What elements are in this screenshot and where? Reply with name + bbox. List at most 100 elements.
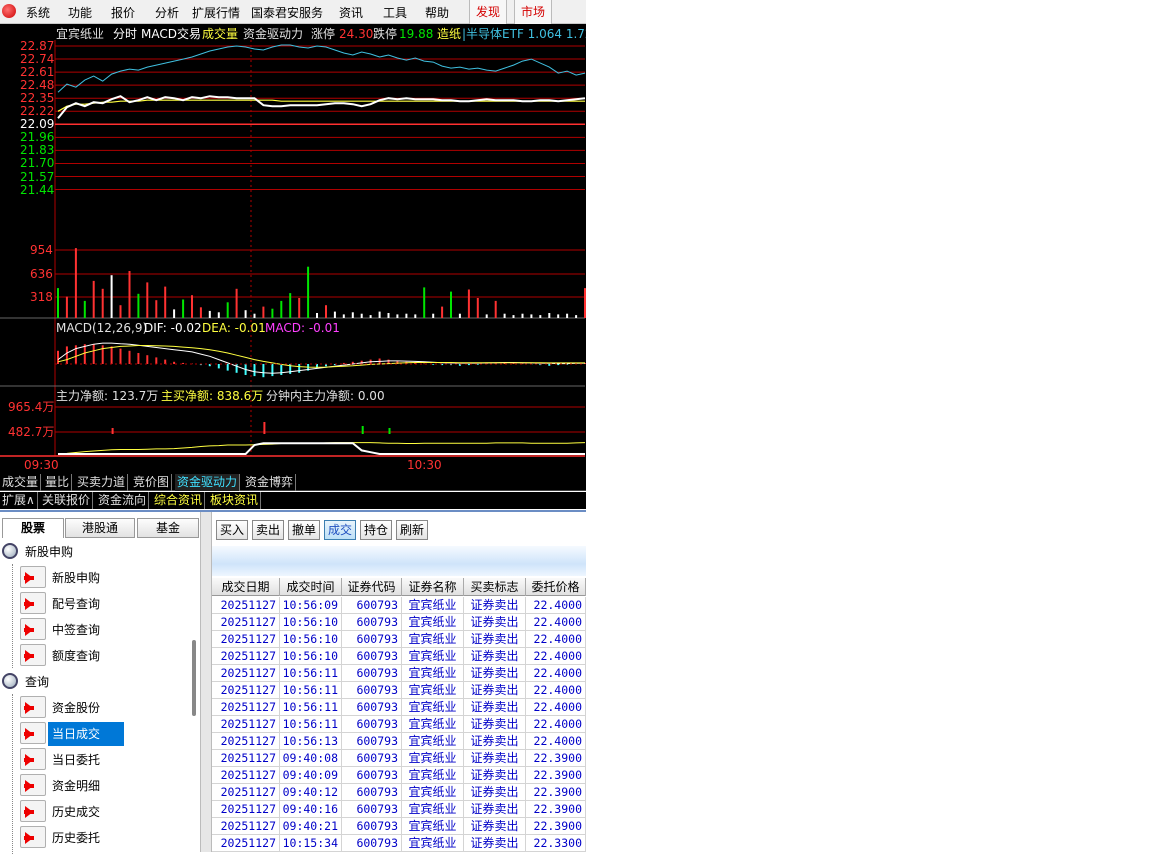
table-row[interactable]: 20251127 09:40:12 600793 宜宾纸业 证券卖出 22.3900 [212,784,586,801]
table-cell-side: 证券卖出 [464,733,526,750]
arrow-right-icon [20,566,46,588]
table-cell-time: 09:40:12 [280,784,342,801]
table-row[interactable]: 20251127 10:56:11 600793 宜宾纸业 证券卖出 22.4000 [212,682,586,699]
volume-bar [458,313,461,318]
col-side[interactable]: 买卖标志 [464,578,526,596]
tree-item-quota-query[interactable]: 额度查询 [0,644,190,668]
table-cell-date: 20251127 [212,597,280,614]
table-cell-price: 22.4000 [526,648,586,665]
tree-scrollbar[interactable] [192,640,196,716]
tab-related-quote[interactable]: 关联报价 [40,492,94,509]
menu-analysis[interactable]: 分析 [155,4,179,21]
refresh-button[interactable]: 刷新 [396,520,428,540]
positions-button[interactable]: 持仓 [360,520,392,540]
macd-bar [280,364,283,375]
table-cell-price: 22.3900 [526,801,586,818]
col-security-name[interactable]: 证券名称 [402,578,464,596]
macd-dea-label: DEA: -0.01 [202,321,266,335]
tab-buy-sell-power[interactable]: 买卖力道 [75,474,129,491]
menu-quote[interactable]: 报价 [111,4,135,21]
tab-volume[interactable]: 成交量 [0,474,42,491]
table-cell-name: 宜宾纸业 [402,614,464,631]
fund-bar [388,428,391,434]
tab-hk-connect[interactable]: 港股通 [65,518,135,538]
table-cell-code: 600793 [342,597,402,614]
table-row[interactable]: 20251127 09:40:08 600793 宜宾纸业 证券卖出 22.3900 [212,750,586,767]
tab-fund-flow[interactable]: 资金流向 [96,492,150,509]
table-row[interactable]: 20251127 10:56:11 600793 宜宾纸业 证券卖出 22.4000 [212,716,586,733]
tree-item-history-orders[interactable]: 历史委托 [0,826,190,850]
volume-bar [182,299,185,318]
tab-funds[interactable]: 基金 [137,518,199,538]
table-row[interactable]: 20251127 10:56:09 600793 宜宾纸业 证券卖出 22.4000 [212,597,586,614]
trades-button[interactable]: 成交 [324,520,356,540]
buy-button[interactable]: 买入 [216,520,248,540]
tab-fund-game[interactable]: 资金博弈 [243,474,297,491]
table-cell-code: 600793 [342,784,402,801]
table-row[interactable]: 20251127 10:15:34 600793 宜宾纸业 证券卖出 22.3300 [212,835,586,852]
menu-help[interactable]: 帮助 [425,4,449,21]
table-cell-time: 10:56:09 [280,597,342,614]
menu-system[interactable]: 系统 [26,4,50,21]
volume-label: 成交量 [202,27,239,41]
tab-sector-news[interactable]: 板块资讯 [208,492,262,509]
volume-bar [325,305,327,318]
tree-group-ipo[interactable]: 新股申购 [0,540,190,564]
tree-group-query[interactable]: 查询 [0,670,190,694]
table-cell-date: 20251127 [212,784,280,801]
menu-market[interactable]: 市场 [514,0,553,24]
time-tick-label: 10:30 [407,458,442,472]
tab-general-news[interactable]: 综合资讯 [152,492,206,509]
tab-extend[interactable]: 扩展∧ [0,492,38,509]
col-order-price[interactable]: 委托价格 [526,578,586,596]
table-cell-name: 宜宾纸业 [402,665,464,682]
table-row[interactable]: 20251127 09:40:21 600793 宜宾纸业 证券卖出 22.3900 [212,818,586,835]
table-cell-name: 宜宾纸业 [402,682,464,699]
tree-item-winning-query[interactable]: 中签查询 [0,618,190,642]
menu-discover[interactable]: 发现 [469,0,508,24]
tab-fund-driver[interactable]: 资金驱动力 [175,474,241,491]
table-cell-date: 20251127 [212,614,280,631]
volume-bar [271,308,274,318]
table-cell-price: 22.4000 [526,682,586,699]
tree-item-allotment-query[interactable]: 配号查询 [0,592,190,616]
tree-item-fund-details[interactable]: 资金明细 [0,774,190,798]
cancel-order-button[interactable]: 撤单 [288,520,320,540]
table-row[interactable]: 20251127 09:40:16 600793 宜宾纸业 证券卖出 22.3900 [212,801,586,818]
table-cell-name: 宜宾纸业 [402,648,464,665]
table-row[interactable]: 20251127 10:56:10 600793 宜宾纸业 证券卖出 22.4000 [212,631,586,648]
tab-volume-ratio[interactable]: 量比 [43,474,73,491]
table-row[interactable]: 20251127 10:56:10 600793 宜宾纸业 证券卖出 22.4000 [212,648,586,665]
macd-bar [92,344,95,364]
intraday-chart[interactable]: 22.87 22.74 22.61 22.48 22.35 22.22 22.09 21.96… [0,24,586,474]
col-security-code[interactable]: 证券代码 [342,578,402,596]
table-row[interactable]: 20251127 10:56:11 600793 宜宾纸业 证券卖出 22.4000 [212,665,586,682]
tab-stocks[interactable]: 股票 [2,518,64,538]
col-trade-date[interactable]: 成交日期 [212,578,280,596]
tree-item-today-trades[interactable]: 当日成交 [0,722,190,746]
macd-value-label: MACD: -0.01 [265,321,340,335]
tree-item-ipo-subscribe[interactable]: 新股申购 [0,566,190,590]
table-cell-code: 600793 [342,631,402,648]
table-row[interactable]: 20251127 10:56:10 600793 宜宾纸业 证券卖出 22.4000 [212,614,586,631]
sell-button[interactable]: 卖出 [252,520,284,540]
menu-news[interactable]: 资讯 [339,4,363,21]
menu-tools[interactable]: 工具 [383,4,407,21]
arrow-right-icon [20,618,46,640]
tab-auction-chart[interactable]: 竞价图 [131,474,173,491]
panel-splitter[interactable] [200,512,212,852]
menu-extended-market[interactable]: 扩展行情 [192,4,240,21]
table-cell-name: 宜宾纸业 [402,750,464,767]
table-cell-code: 600793 [342,665,402,682]
table-cell-side: 证券卖出 [464,716,526,733]
table-row[interactable]: 20251127 09:40:09 600793 宜宾纸业 证券卖出 22.3900 [212,767,586,784]
tree-item-today-orders[interactable]: 当日委托 [0,748,190,772]
volume-bar [432,313,435,318]
tree-item-history-trades[interactable]: 历史成交 [0,800,190,824]
menu-function[interactable]: 功能 [68,4,92,21]
col-trade-time[interactable]: 成交时间 [280,578,342,596]
table-row[interactable]: 20251127 10:56:13 600793 宜宾纸业 证券卖出 22.4000 [212,733,586,750]
tree-item-fund-holdings[interactable]: 资金股份 [0,696,190,720]
table-row[interactable]: 20251127 10:56:11 600793 宜宾纸业 证券卖出 22.4000 [212,699,586,716]
menu-gtja-service[interactable]: 国泰君安服务 [251,4,323,21]
